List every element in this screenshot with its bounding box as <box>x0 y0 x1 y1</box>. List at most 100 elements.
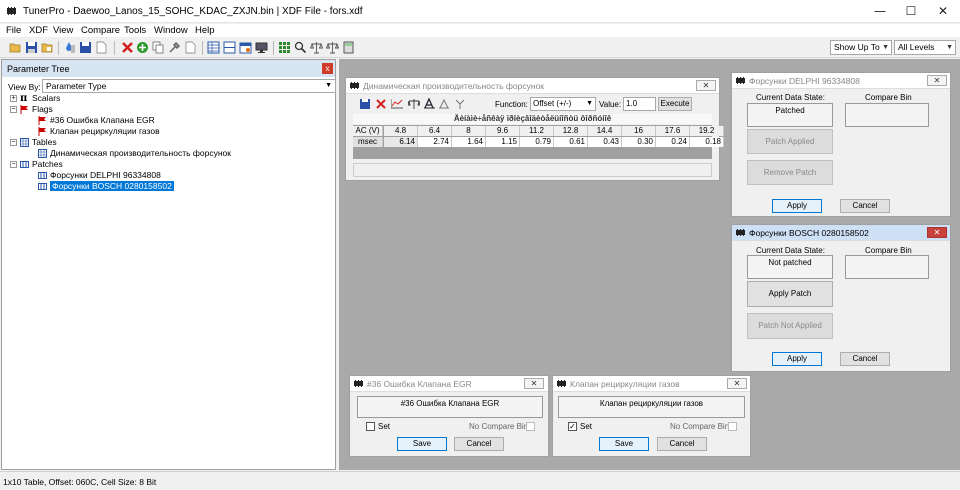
table-cell[interactable]: 1.64 <box>452 137 486 147</box>
flag-icon <box>20 105 28 115</box>
new-document-icon[interactable] <box>95 41 108 54</box>
current-state-label: Current Data State: <box>756 246 825 255</box>
grid-icon[interactable] <box>278 41 291 54</box>
text-edit-icon[interactable] <box>424 98 435 109</box>
search-icon[interactable] <box>294 41 307 54</box>
table-cell[interactable]: 0.61 <box>554 137 588 147</box>
split-view-icon[interactable] <box>223 41 236 54</box>
menu-compare[interactable]: Compare <box>81 25 120 36</box>
function-select[interactable]: Offset (+/-) ▼ <box>530 97 596 111</box>
delete-icon[interactable] <box>376 99 386 109</box>
table-cell[interactable]: 0.79 <box>520 137 554 147</box>
chevron-down-icon: ▼ <box>946 44 953 51</box>
flag-egr-close-button[interactable]: ✕ <box>524 378 544 389</box>
delphi-close-button[interactable]: ✕ <box>927 75 947 86</box>
axis-x-icon[interactable] <box>439 99 449 109</box>
calculator-icon[interactable] <box>342 41 355 54</box>
tools-icon[interactable] <box>168 41 181 54</box>
delete-icon[interactable] <box>121 41 134 54</box>
tree-item-scalars[interactable]: + π Scalars <box>10 93 60 104</box>
table-cell[interactable]: 0.18 <box>690 137 724 147</box>
save-button[interactable]: Save <box>397 437 447 451</box>
save-button[interactable]: Save <box>599 437 649 451</box>
table-cell[interactable]: 0.30 <box>622 137 656 147</box>
value-input[interactable]: 1.0 <box>623 97 656 111</box>
set-checkbox[interactable] <box>366 422 375 431</box>
menu-view[interactable]: View <box>53 25 73 36</box>
levels-select[interactable]: All Levels ▼ <box>894 40 956 55</box>
no-compare-checkbox[interactable] <box>526 422 535 431</box>
minimize-button[interactable]: — <box>864 0 896 23</box>
collapse-icon[interactable]: − <box>10 161 17 169</box>
column-header: 12.8 <box>554 126 588 136</box>
cancel-button[interactable]: Cancel <box>840 199 890 213</box>
tree-item-flag-recirc[interactable]: Клапан рециркуляции газов <box>38 126 160 137</box>
menu-window[interactable]: Window <box>154 25 188 36</box>
bosch-patch-dialog: Форсунки BOSCH 0280158502 ✕ Current Data… <box>731 224 951 372</box>
apply-patch-button[interactable]: Apply Patch <box>747 281 833 307</box>
patch-applied-button[interactable]: Patch Applied <box>747 129 833 154</box>
cancel-button[interactable]: Cancel <box>657 437 707 451</box>
flag-recirc-label: Клапан рециркуляции газов <box>558 396 745 418</box>
table-cell[interactable]: 0.43 <box>588 137 622 147</box>
expand-icon[interactable]: + <box>10 95 17 103</box>
save-xdf-icon[interactable] <box>79 41 92 54</box>
tree-item-flags[interactable]: − Flags <box>10 104 53 115</box>
compare-scale-icon[interactable] <box>310 41 323 54</box>
patch-not-applied-button[interactable]: Patch Not Applied <box>747 313 833 339</box>
tree-item-flag-egr[interactable]: #36 Ошибка Клапана EGR <box>38 115 155 126</box>
tree-item-patches[interactable]: − Patches <box>10 159 63 170</box>
remove-patch-button[interactable]: Remove Patch <box>747 160 833 185</box>
set-checkbox[interactable]: ✓ <box>568 422 577 431</box>
apply-button[interactable]: Apply <box>772 352 822 366</box>
table-window-close-button[interactable]: ✕ <box>696 80 716 91</box>
maximize-button[interactable]: ☐ <box>895 0 927 23</box>
page-icon[interactable] <box>184 41 197 54</box>
collapse-icon[interactable]: − <box>10 139 17 147</box>
column-header: 9.6 <box>486 126 520 136</box>
view-by-select[interactable]: Parameter Type ▼ <box>42 79 336 93</box>
show-up-to-value: Show Up To <box>834 42 880 52</box>
copy-icon[interactable] <box>152 41 165 54</box>
menu-tools[interactable]: Tools <box>124 25 146 36</box>
open-bin-icon[interactable] <box>41 41 54 54</box>
delphi-patch-header: Форсунки DELPHI 96334808 ✕ <box>732 73 950 89</box>
parameter-tree-close-button[interactable]: x <box>322 63 333 74</box>
bosch-close-button[interactable]: ✕ <box>927 227 947 238</box>
graph-icon[interactable] <box>391 99 403 109</box>
menu-file[interactable]: File <box>6 25 21 36</box>
save-icon[interactable] <box>25 41 38 54</box>
collapse-icon[interactable]: − <box>10 106 17 114</box>
tree-item-tables[interactable]: − Tables <box>10 137 57 148</box>
open-folder-icon[interactable] <box>9 41 22 54</box>
table-cell[interactable]: 2.74 <box>418 137 452 147</box>
flag-egr-header: #36 Ошибка Клапана EGR ✕ <box>350 376 548 392</box>
drop-icon[interactable] <box>63 41 76 54</box>
table-cell[interactable]: 1.15 <box>486 137 520 147</box>
flag-recirc-close-button[interactable]: ✕ <box>727 378 747 389</box>
balance-icon[interactable] <box>326 41 339 54</box>
apply-button[interactable]: Apply <box>772 199 822 213</box>
menu-help[interactable]: Help <box>195 25 215 36</box>
save-icon[interactable] <box>360 99 370 109</box>
tree-item-patch-bosch[interactable]: Форсунки BOSCH 0280158502 <box>38 181 174 192</box>
menu-xdf[interactable]: XDF <box>29 25 48 36</box>
cancel-button[interactable]: Cancel <box>840 352 890 366</box>
cancel-button[interactable]: Cancel <box>454 437 504 451</box>
no-compare-checkbox[interactable] <box>728 422 737 431</box>
show-up-to-select[interactable]: Show Up To ▼ <box>830 40 892 55</box>
monitor-icon[interactable] <box>255 41 268 54</box>
table-view-icon[interactable] <box>207 41 220 54</box>
add-icon[interactable] <box>136 41 149 54</box>
calendar-icon[interactable] <box>239 41 252 54</box>
tree-item-table-injectors[interactable]: Динамическая производительность форсунок <box>38 148 231 159</box>
table-cell[interactable]: 6.14 <box>384 137 418 147</box>
tree-item-patch-delphi[interactable]: Форсунки DELPHI 96334808 <box>38 170 161 181</box>
axis-y-icon[interactable] <box>455 99 465 109</box>
close-button[interactable]: ✕ <box>927 0 959 23</box>
tree-item-label: Flags <box>32 104 53 114</box>
table-cell[interactable]: 0.24 <box>656 137 690 147</box>
row-label: msec <box>353 137 383 147</box>
compare-scale-icon[interactable] <box>408 99 420 109</box>
execute-button[interactable]: Execute <box>658 97 692 111</box>
